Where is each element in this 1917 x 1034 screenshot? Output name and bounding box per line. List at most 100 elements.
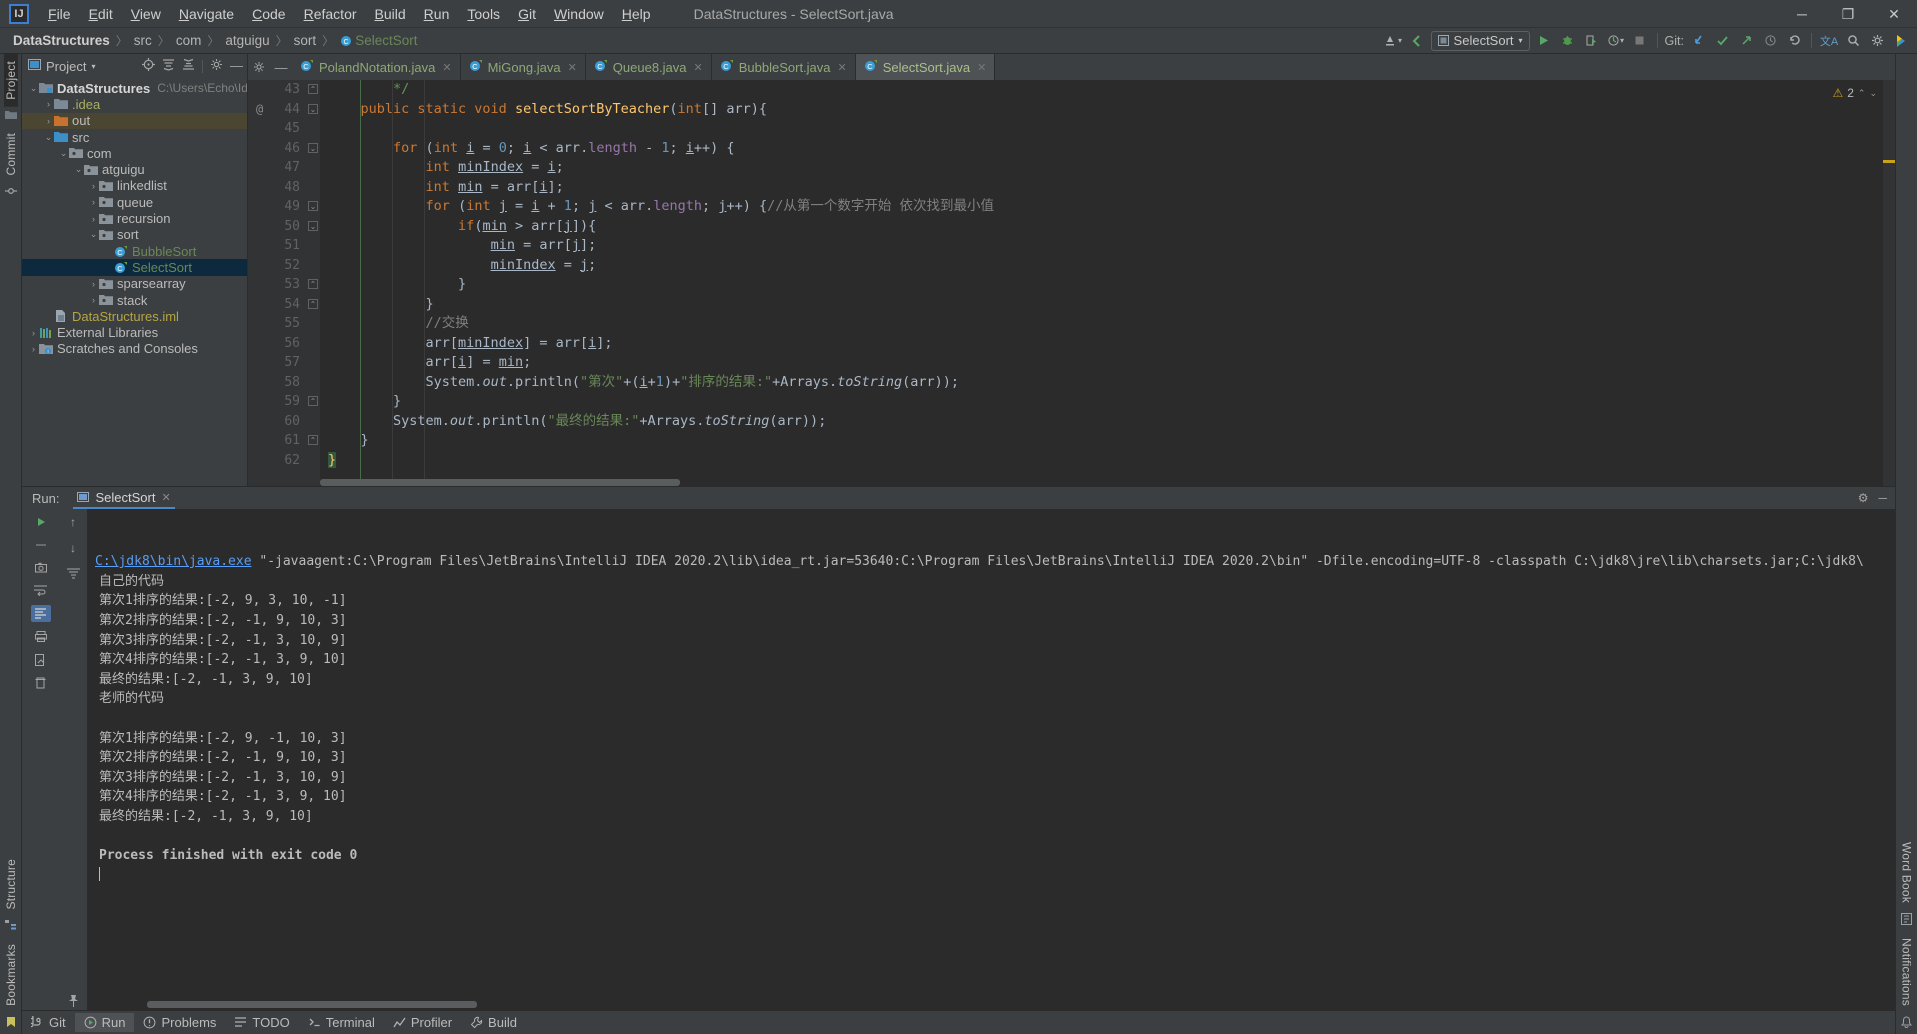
gutter-line-number[interactable]: 57 <box>248 353 306 373</box>
tree-node-external-libraries[interactable]: ›External Libraries <box>22 324 247 340</box>
fold-cell[interactable] <box>306 178 320 198</box>
bottom-tab-problems[interactable]: Problems <box>134 1013 225 1032</box>
console-horizontal-scrollbar[interactable] <box>147 1001 547 1008</box>
gutter-line-number[interactable]: 45 <box>248 119 306 139</box>
soft-wrap-button[interactable] <box>31 582 51 599</box>
fold-cell[interactable]: ⌄ <box>306 100 320 120</box>
tree-node-datastructures[interactable]: ⌄DataStructuresC:\Users\Echo\IdeaPr <box>22 80 247 96</box>
bottom-tab-terminal[interactable]: Terminal <box>299 1013 384 1032</box>
code-line[interactable]: min = arr[j]; <box>328 236 1883 256</box>
override-marker-icon[interactable]: @ <box>248 102 263 116</box>
tree-node-atguigu[interactable]: ⌄atguigu <box>22 161 247 177</box>
tree-node-datastructures-iml[interactable]: DataStructures.iml <box>22 308 247 324</box>
rail-button-bookmarks[interactable]: Bookmarks <box>4 937 18 1013</box>
fold-cell[interactable] <box>306 334 320 354</box>
gutter-line-number[interactable]: 55 <box>248 314 306 334</box>
code-text[interactable]: */ public static void selectSortByTeache… <box>320 80 1883 486</box>
menu-git[interactable]: Git <box>509 2 545 26</box>
tree-node-out[interactable]: ›out <box>22 113 247 129</box>
tree-expand-arrow[interactable]: › <box>28 344 39 354</box>
fold-toggle-icon[interactable]: ⌃ <box>308 279 318 289</box>
gutter-line-number[interactable]: @44 <box>248 100 306 120</box>
menu-refactor[interactable]: Refactor <box>295 2 366 26</box>
tree-expand-arrow[interactable]: › <box>43 116 54 126</box>
maximize-button[interactable]: ❐ <box>1825 0 1871 28</box>
scroll-to-end-button[interactable] <box>31 605 51 622</box>
code-line[interactable]: System.out.println("最终的结果:"+Arrays.toStr… <box>328 412 1883 432</box>
gear-icon[interactable] <box>1867 31 1887 51</box>
bottom-tab-build[interactable]: Build <box>461 1013 526 1032</box>
bottom-tab-run[interactable]: Run <box>75 1013 135 1032</box>
tree-node-sparsearray[interactable]: ›sparsearray <box>22 276 247 292</box>
rerun-button[interactable] <box>31 513 51 530</box>
gutter-line-number[interactable]: 54 <box>248 295 306 315</box>
gutter-line-number[interactable]: 53 <box>248 275 306 295</box>
pin-tab-button[interactable] <box>63 993 83 1010</box>
editor-tab-polandnotation[interactable]: CPolandNotation.java✕ <box>292 54 461 80</box>
tree-expand-arrow[interactable]: › <box>28 328 39 338</box>
tree-expand-arrow[interactable]: ⌄ <box>88 229 99 240</box>
editor-tab-migong[interactable]: CMiGong.java✕ <box>461 54 586 80</box>
code-line[interactable]: */ <box>328 80 1883 100</box>
code-line[interactable]: int min = arr[i]; <box>328 178 1883 198</box>
editor-tab-bubblesort[interactable]: CBubbleSort.java✕ <box>712 54 856 80</box>
close-button[interactable]: ✕ <box>1871 0 1917 28</box>
fold-cell[interactable]: ⌃ <box>306 275 320 295</box>
code-line[interactable]: minIndex = j; <box>328 256 1883 276</box>
tree-node-linkedlist[interactable]: ›linkedlist <box>22 178 247 194</box>
code-line[interactable]: } <box>328 295 1883 315</box>
expand-all-icon[interactable] <box>162 58 175 74</box>
menu-window[interactable]: Window <box>545 2 613 26</box>
fold-cell[interactable] <box>306 412 320 432</box>
console-output[interactable]: C:\jdk8\bin\java.exe "-javaagent:C:\Prog… <box>87 509 1895 1010</box>
fold-cell[interactable]: ⌃ <box>306 431 320 451</box>
gutter-line-number[interactable]: 48 <box>248 178 306 198</box>
tree-expand-arrow[interactable]: ⌄ <box>73 164 84 175</box>
code-line[interactable]: } <box>328 392 1883 412</box>
editor-fold-column[interactable]: ⌃⌄⌄⌄⌄⌃⌃⌃⌃ <box>306 80 320 486</box>
gutter-line-number[interactable]: 52 <box>248 256 306 276</box>
run-tab-selectsort[interactable]: SelectSort ✕ <box>73 488 174 509</box>
back-arrow-icon[interactable] <box>1407 31 1427 51</box>
console-filter-button[interactable] <box>63 565 83 582</box>
fold-toggle-icon[interactable]: ⌃ <box>308 435 318 445</box>
hide-editor-tabs-icon[interactable]: — <box>270 54 292 80</box>
editor-tab-close-icon[interactable]: ✕ <box>977 61 986 74</box>
rail-wordbook-icon[interactable] <box>1901 913 1912 928</box>
code-line[interactable]: //交换 <box>328 314 1883 334</box>
fold-cell[interactable] <box>306 373 320 393</box>
run-minimize-icon[interactable]: ─ <box>1878 491 1887 505</box>
fold-cell[interactable]: ⌃ <box>306 295 320 315</box>
fold-cell[interactable]: ⌄ <box>306 139 320 159</box>
tree-expand-arrow[interactable]: › <box>88 295 99 305</box>
clear-all-button[interactable] <box>31 674 51 691</box>
gutter-line-number[interactable]: 43 <box>248 80 306 100</box>
fold-cell[interactable] <box>306 451 320 471</box>
project-tree[interactable]: ⌄DataStructuresC:\Users\Echo\IdeaPr›.ide… <box>22 78 247 486</box>
menu-code[interactable]: Code <box>243 2 294 26</box>
tree-node-queue[interactable]: ›queue <box>22 194 247 210</box>
code-line[interactable]: for (int j = i + 1; j < arr.length; j++)… <box>328 197 1883 217</box>
rail-button-notifications[interactable]: Notifications <box>1900 931 1914 1013</box>
rail-button-project[interactable]: Project <box>4 54 18 107</box>
tree-node-sort[interactable]: ⌄sort <box>22 227 247 243</box>
run-settings-gear-icon[interactable]: ⚙ <box>1858 491 1869 505</box>
fold-cell[interactable] <box>306 119 320 139</box>
editor-tab-close-icon[interactable]: ✕ <box>568 61 577 74</box>
menu-help[interactable]: Help <box>613 2 660 26</box>
tree-expand-arrow[interactable]: › <box>43 99 54 109</box>
fold-toggle-icon[interactable]: ⌄ <box>308 201 318 211</box>
search-icon[interactable] <box>1843 31 1863 51</box>
up-stack-button[interactable]: ↑ <box>63 513 83 530</box>
git-push-icon[interactable] <box>1736 31 1756 51</box>
tree-expand-arrow[interactable]: › <box>88 197 99 207</box>
code-line[interactable]: } <box>328 451 1883 471</box>
git-history-icon[interactable] <box>1760 31 1780 51</box>
breadcrumb-item-selectsort[interactable]: CSelectSort <box>337 32 420 49</box>
gutter-line-number[interactable]: 51 <box>248 236 306 256</box>
tree-node-bubblesort[interactable]: CBubbleSort <box>22 243 247 259</box>
tree-node--idea[interactable]: ›.idea <box>22 96 247 112</box>
fold-toggle-icon[interactable]: ⌄ <box>308 104 318 114</box>
rail-button-commit[interactable]: Commit <box>4 126 18 183</box>
java-exe-link[interactable]: C:\jdk8\bin\java.exe <box>95 554 252 569</box>
